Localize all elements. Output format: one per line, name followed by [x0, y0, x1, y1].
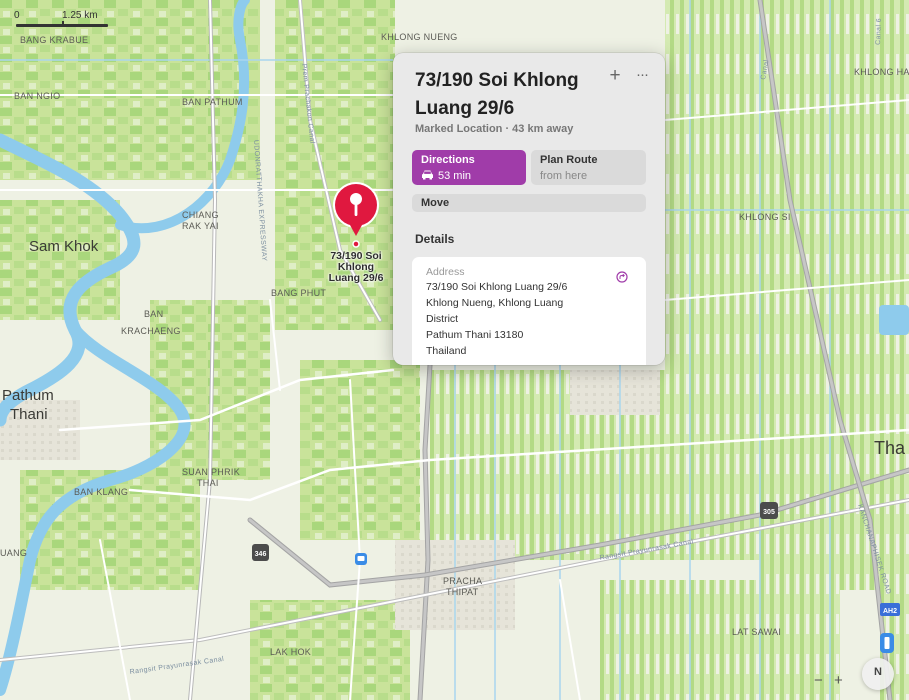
scale-bar: 0 1.25 km [14, 10, 114, 40]
svg-text:AH2: AH2 [883, 608, 897, 615]
route-shield-346: 346 [252, 544, 269, 561]
address-line: Pathum Thani 13180 [426, 329, 524, 341]
zoom-in-button[interactable]: + [834, 672, 843, 689]
add-icon[interactable]: + [606, 66, 624, 85]
label-khlong-si: KHLONG SI [739, 212, 791, 222]
address-caption: Address [426, 266, 465, 278]
label-lat-sawai: LAT SAWAI [732, 627, 781, 637]
label-suan-phrik-thai-1: SUAN PHRIK [182, 467, 240, 477]
directions-button[interactable]: Directions 53 min [412, 150, 526, 185]
label-canal-6: Canal 6 [875, 18, 883, 45]
label-sam-khok: Sam Khok [29, 238, 99, 255]
plan-route-sub: from here [540, 170, 588, 182]
label-chiang-rak-yai-2: RAK YAI [182, 221, 219, 231]
pin-label: 73/190 Soi Khlong Luang 29/6 [318, 251, 394, 284]
route-shield-ah2: AH2 [880, 603, 900, 616]
compass-north-label: N [874, 666, 882, 678]
label-pracha-thipat-1: PRACHA [443, 576, 482, 586]
label-chiang-rak-yai-1: CHIANG [182, 210, 219, 220]
move-button[interactable]: Move [412, 194, 646, 212]
address-line: District [426, 313, 459, 325]
address-line: Thailand [426, 345, 467, 357]
label-bang-phut: BANG PHUT [271, 288, 326, 298]
label-uang: UANG [0, 548, 27, 558]
scale-line [16, 21, 108, 27]
label-pathum-thani-1: Pathum [2, 387, 54, 404]
directions-time: 53 min [438, 170, 472, 182]
label-pracha-thipat-2: THIPAT [446, 587, 479, 597]
location-info-card: 73/190 Soi Khlong Luang 29/6 + ··· Marke… [393, 53, 665, 365]
scale-zero: 0 [14, 10, 20, 21]
scale-distance: 1.25 km [62, 10, 98, 21]
label-suan-phrik-thai-2: THAI [197, 478, 219, 488]
label-khlong-ha: KHLONG HA [854, 67, 909, 77]
car-icon [422, 170, 433, 180]
plan-route-label: Plan Route [540, 154, 598, 166]
pond [879, 305, 909, 335]
zoom-out-button[interactable]: − [814, 672, 823, 689]
share-address-icon[interactable] [616, 271, 628, 283]
plan-route-button[interactable]: Plan Route from here [531, 150, 646, 185]
details-heading: Details [415, 232, 455, 246]
label-lak-hok: LAK HOK [270, 647, 311, 657]
label-tha: Tha [874, 438, 906, 458]
svg-text:305: 305 [763, 509, 775, 516]
bus-glyph [357, 556, 365, 561]
location-subtitle: Marked Location · 43 km away [415, 123, 574, 135]
directions-label: Directions [421, 154, 475, 166]
compass-button[interactable]: N [862, 658, 894, 690]
zoom-controls: − + [812, 672, 852, 692]
label-pathum-thani-2: Thani [10, 406, 48, 423]
label-khlong-nueng: KHLONG NUENG [381, 32, 458, 42]
route-shield-305: 305 [760, 502, 778, 519]
marked-location-pin[interactable] [330, 180, 382, 250]
label-ban-krachaeng-2: KRACHAENG [121, 326, 181, 336]
pin-label-line: Luang 29/6 [328, 272, 384, 284]
location-title: 73/190 Soi Khlong Luang 29/6 [415, 70, 579, 119]
label-ban-pathum: BAN PATHUM [182, 97, 243, 107]
label-ban-ngio: BAN NGIO [14, 91, 60, 101]
label-ban-klang: BAN KLANG [74, 487, 128, 497]
svg-text:346: 346 [255, 551, 267, 558]
more-options-icon[interactable]: ··· [632, 67, 652, 85]
move-label: Move [421, 197, 450, 209]
pin-icon [333, 182, 379, 248]
fuel-glyph [884, 637, 890, 649]
address-line: Khlong Nueng, Khlong Luang [426, 297, 564, 309]
address-line: 73/190 Soi Khlong Luang 29/6 [426, 281, 568, 293]
label-ban-krachaeng-1: BAN [144, 309, 163, 319]
address-section[interactable]: Address 73/190 Soi Khlong Luang 29/6 Khl… [412, 257, 646, 365]
